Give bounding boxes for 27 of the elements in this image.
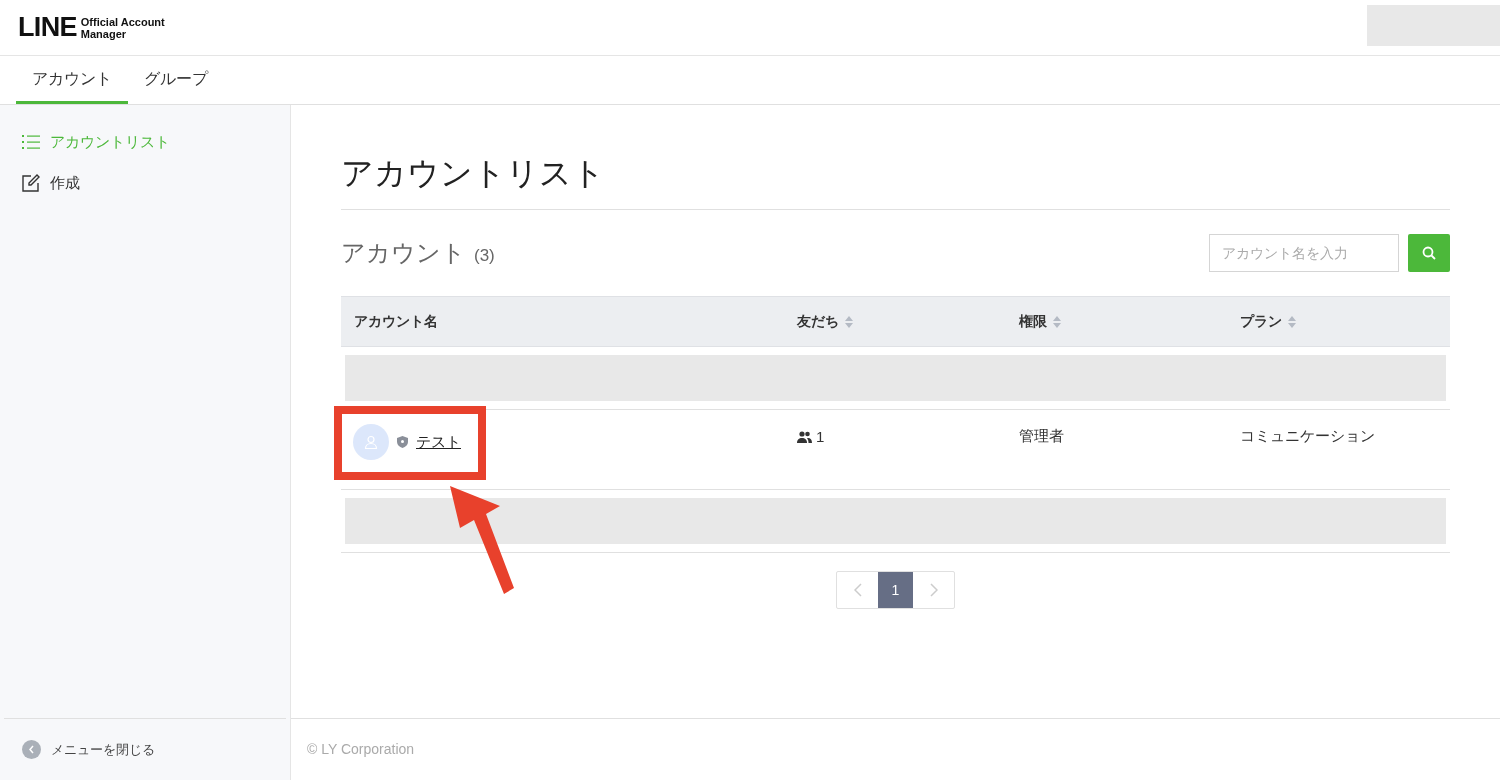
page-button[interactable]: 1 [878,572,913,608]
shield-icon [397,436,408,448]
account-count: (3) [474,245,495,267]
search-field[interactable]: アカウント名を入力 [1209,234,1399,272]
list-icon [22,134,40,151]
column-header[interactable]: 友だち [797,311,853,332]
plan-cell: コミュニケーション [1240,427,1375,444]
people-icon [797,431,812,444]
section-title: アカウント [341,238,466,268]
chevron-left-icon [853,583,862,597]
page-title: アカウントリスト [341,153,1450,210]
sidebar-item[interactable]: 作成 [22,171,268,194]
search-icon [1422,246,1436,260]
column-header[interactable]: 権限 [1019,311,1061,332]
chevron-left-icon [22,740,41,759]
friends-count: 1 [816,427,825,447]
copyright-text: © LY Corporation [307,740,415,759]
role-cell: 管理者 [1019,427,1064,444]
user-icon [364,435,378,449]
column-header[interactable]: プラン [1240,311,1296,332]
collapse-menu-button[interactable]: メニューを閉じる [22,739,155,760]
edit-icon [22,173,40,192]
chevron-right-icon [929,583,938,597]
column-header: アカウント名 [354,312,438,331]
account-name-link[interactable]: テスト [416,430,461,454]
nav-tab[interactable]: グループ [128,56,224,104]
search-button[interactable] [1408,234,1450,272]
